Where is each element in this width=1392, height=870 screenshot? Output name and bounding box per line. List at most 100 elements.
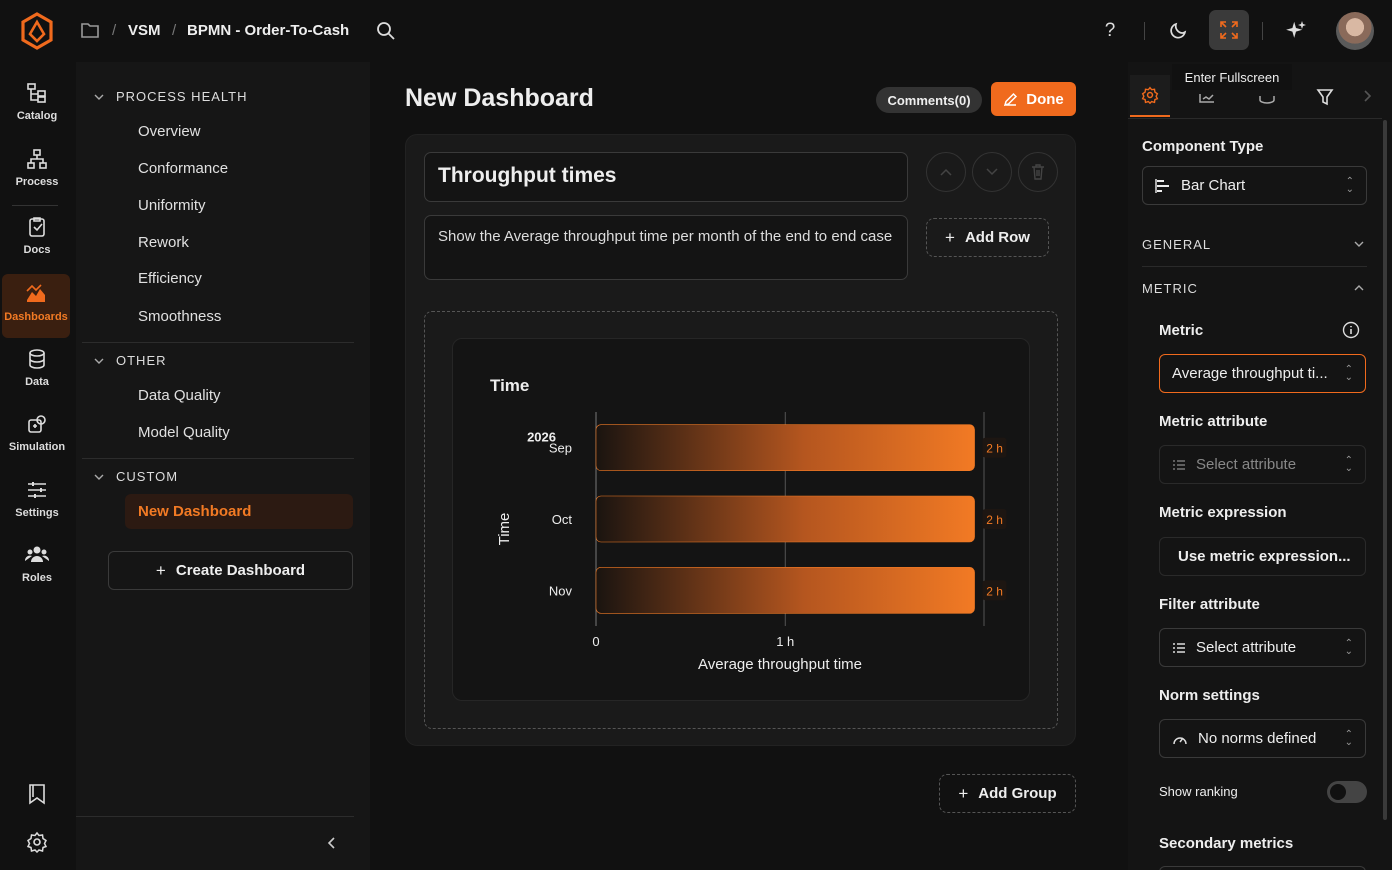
gear-icon[interactable] xyxy=(26,831,48,853)
x-tick-label: 1 h xyxy=(776,634,794,649)
divider xyxy=(1144,22,1145,40)
nav-section-process-health[interactable]: PROCESS HEALTH xyxy=(94,89,248,104)
metric-label: Metric xyxy=(1159,322,1204,339)
gear-icon xyxy=(1141,86,1159,104)
metric-attribute-label: Metric attribute xyxy=(1159,413,1268,430)
tab-filter[interactable] xyxy=(1316,88,1334,106)
show-ranking-toggle[interactable] xyxy=(1327,781,1367,803)
nav-item-conformance[interactable]: Conformance xyxy=(138,160,228,177)
chevron-updown-icon: ⌃ ⌄ xyxy=(1344,454,1353,474)
list-icon xyxy=(1173,459,1185,470)
chevron-updown-icon: ⌃ ⌄ xyxy=(1344,363,1353,383)
avatar[interactable] xyxy=(1336,12,1374,50)
widget-description-input[interactable]: Show the Average throughput time per mon… xyxy=(424,215,908,280)
create-dashboard-button[interactable]: + Create Dashboard xyxy=(108,551,353,590)
process-icon xyxy=(27,149,47,169)
chevron-updown-icon: ⌃ ⌄ xyxy=(1344,728,1353,748)
plus-icon: + xyxy=(945,227,955,247)
chevron-updown-icon: ⌃ ⌄ xyxy=(1345,175,1354,195)
add-group-button[interactable]: + Add Group xyxy=(939,774,1076,813)
nav-item-efficiency[interactable]: Efficiency xyxy=(138,270,202,287)
help-icon[interactable]: ? xyxy=(1100,20,1120,42)
move-down-button[interactable] xyxy=(972,152,1012,192)
panel-scrollbar[interactable] xyxy=(1383,120,1387,820)
search-icon[interactable] xyxy=(376,21,396,41)
widget-title-input[interactable]: Throughput times xyxy=(424,152,908,202)
rail-item-data[interactable]: Data xyxy=(0,348,74,388)
nav-item-model-quality[interactable]: Model Quality xyxy=(138,424,230,441)
rail-item-catalog[interactable]: Catalog xyxy=(0,82,74,122)
pencil-icon xyxy=(1004,92,1018,106)
metric-expression-label: Metric expression xyxy=(1159,504,1287,521)
catalog-icon xyxy=(27,83,46,103)
nav-item-new-dashboard[interactable]: New Dashboard xyxy=(125,494,353,529)
plus-icon: + xyxy=(155,560,166,580)
chevron-right-icon xyxy=(1364,90,1372,102)
tab-settings[interactable] xyxy=(1130,75,1170,117)
move-up-button[interactable] xyxy=(926,152,966,192)
metric-attribute-select[interactable]: Select attribute ⌃ ⌄ xyxy=(1159,445,1366,484)
plus-icon: + xyxy=(958,783,969,803)
divider xyxy=(1262,22,1263,40)
roles-icon xyxy=(25,546,49,562)
done-button[interactable]: Done xyxy=(991,82,1076,116)
collapse-sidebar-icon[interactable] xyxy=(326,836,338,850)
expand-icon xyxy=(1220,21,1238,39)
rail-item-roles[interactable]: Roles xyxy=(0,544,74,584)
rail-item-process[interactable]: Process xyxy=(0,148,74,188)
app-logo[interactable] xyxy=(20,12,54,50)
section-general[interactable]: GENERAL xyxy=(1142,237,1211,252)
metric-select[interactable]: Average throughput ti... ⌃ ⌄ xyxy=(1159,354,1366,393)
bookmark-icon[interactable] xyxy=(27,783,47,805)
nav-item-rework[interactable]: Rework xyxy=(138,234,189,251)
comments-button[interactable]: Comments(0) xyxy=(876,87,982,113)
dashboards-icon xyxy=(26,284,45,302)
folder-icon[interactable] xyxy=(80,21,100,39)
rail-item-settings[interactable]: Settings xyxy=(0,479,74,519)
norm-settings-select[interactable]: No norms defined ⌃ ⌄ xyxy=(1159,719,1366,758)
chevron-up-icon[interactable] xyxy=(1354,284,1364,292)
rail-item-simulation[interactable]: Simulation xyxy=(0,413,74,453)
nav-section-custom[interactable]: CUSTOM xyxy=(94,469,178,484)
value-label: 2 h xyxy=(986,442,1003,456)
tab-scroll-right[interactable] xyxy=(1362,89,1372,103)
filter-attribute-select[interactable]: Select attribute ⌃ ⌄ xyxy=(1159,628,1366,667)
secondary-metrics-label: Secondary metrics xyxy=(1159,835,1294,852)
delete-button[interactable] xyxy=(1018,152,1058,192)
category-label: Nov xyxy=(549,583,573,598)
filter-attribute-label: Filter attribute xyxy=(1159,596,1260,613)
chevron-up-icon xyxy=(940,168,952,176)
nav-item-smoothness[interactable]: Smoothness xyxy=(138,308,221,325)
list-icon xyxy=(1173,642,1185,653)
chevron-down-icon xyxy=(986,168,998,176)
nav-item-data-quality[interactable]: Data Quality xyxy=(138,387,221,404)
bar-chart-icon xyxy=(1155,178,1169,193)
nav-section-other[interactable]: OTHER xyxy=(94,353,167,368)
breadcrumb-root[interactable]: VSM xyxy=(128,22,161,39)
tab-data[interactable] xyxy=(1198,92,1216,104)
bar xyxy=(595,424,975,471)
rail-item-docs[interactable]: Docs xyxy=(0,216,74,256)
secondary-metrics-select[interactable] xyxy=(1159,866,1366,870)
fullscreen-tooltip: Enter Fullscreen xyxy=(1172,64,1292,90)
docs-icon xyxy=(29,217,45,237)
add-row-button[interactable]: + Add Row xyxy=(926,218,1049,257)
rail-item-dashboards[interactable]: Dashboards xyxy=(2,274,70,338)
gauge-icon xyxy=(1173,736,1187,744)
dark-mode-icon[interactable] xyxy=(1169,20,1189,40)
dashboard-nav xyxy=(76,62,370,870)
fullscreen-button[interactable] xyxy=(1209,10,1249,50)
metric-expression-button[interactable]: Use metric expression... xyxy=(1159,537,1366,576)
breadcrumb-page[interactable]: BPMN - Order-To-Cash xyxy=(187,22,349,39)
nav-item-uniformity[interactable]: Uniformity xyxy=(138,197,206,214)
tab-style[interactable] xyxy=(1258,94,1276,104)
sparkles-icon[interactable] xyxy=(1286,20,1306,42)
chevron-down-icon[interactable] xyxy=(1354,240,1364,248)
nav-item-overview[interactable]: Overview xyxy=(138,123,201,140)
settings-icon xyxy=(28,482,46,498)
component-type-select[interactable]: Bar Chart ⌃ ⌄ xyxy=(1142,166,1367,205)
info-icon[interactable] xyxy=(1342,321,1360,339)
data-icon xyxy=(29,349,45,369)
section-metric[interactable]: METRIC xyxy=(1142,281,1198,296)
year-label: 2026 xyxy=(527,430,556,445)
